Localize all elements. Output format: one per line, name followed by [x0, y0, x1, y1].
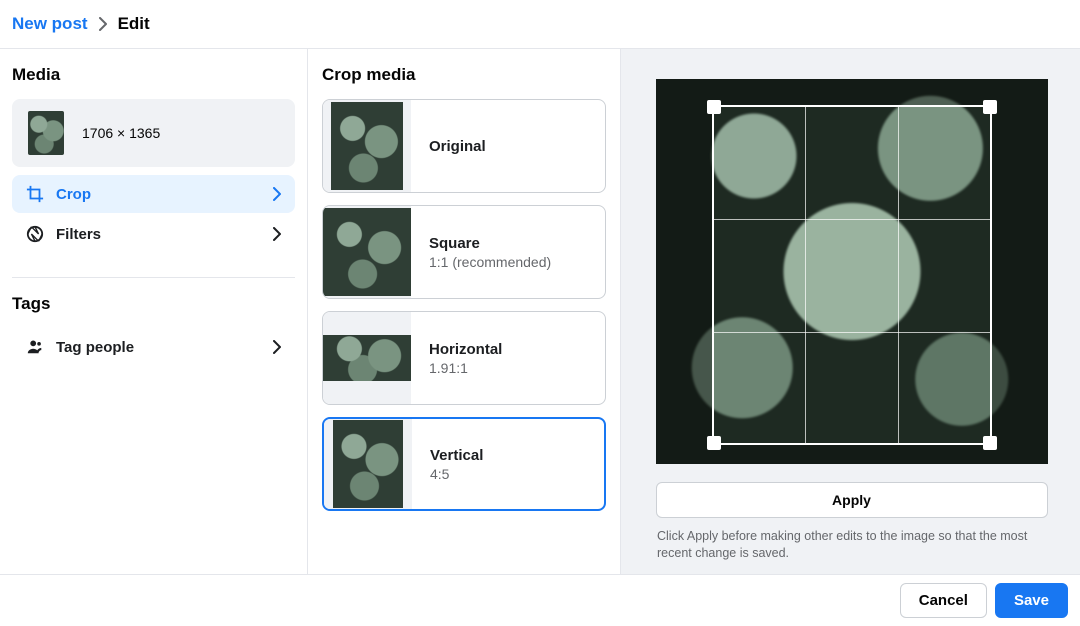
crop-option-vertical-label: Vertical [430, 447, 483, 464]
sidebar-crop-option[interactable]: Crop [12, 175, 295, 213]
crop-icon [26, 185, 44, 203]
breadcrumb-current: Edit [118, 14, 150, 34]
crop-option-horizontal[interactable]: Horizontal 1.91:1 [322, 311, 606, 405]
crop-thumb-square [323, 208, 411, 296]
crop-media-panel: Crop media Original Square 1:1 (recommen… [308, 49, 620, 574]
crop-handle-bottom-right[interactable] [983, 436, 997, 450]
crop-option-original-label: Original [429, 138, 486, 155]
filters-option-label: Filters [56, 226, 101, 243]
media-section-title: Media [12, 65, 295, 85]
crop-option-horizontal-sub: 1.91:1 [429, 360, 502, 376]
crop-handle-bottom-left[interactable] [707, 436, 721, 450]
breadcrumb-link-new-post[interactable]: New post [12, 14, 88, 34]
crop-thumb-original [331, 102, 403, 190]
crop-box[interactable] [712, 105, 992, 445]
tags-section-title: Tags [12, 294, 295, 314]
apply-hint: Click Apply before making other edits to… [657, 528, 1037, 562]
crop-media-title: Crop media [322, 65, 606, 85]
crop-handle-top-left[interactable] [707, 100, 721, 114]
crop-option-label: Crop [56, 186, 91, 203]
crop-option-square-sub: 1:1 (recommended) [429, 254, 551, 270]
crop-option-original[interactable]: Original [322, 99, 606, 193]
cancel-button[interactable]: Cancel [900, 583, 987, 618]
crop-option-square[interactable]: Square 1:1 (recommended) [322, 205, 606, 299]
chevron-right-icon [273, 340, 281, 354]
left-sidebar: Media 1706 × 1365 Crop Filters Tags [0, 49, 308, 574]
chevron-right-icon [273, 187, 281, 201]
preview-panel: Apply Click Apply before making other ed… [620, 49, 1080, 574]
crop-thumb-horizontal [323, 335, 411, 381]
media-item[interactable]: 1706 × 1365 [12, 99, 295, 167]
apply-button[interactable]: Apply [656, 482, 1048, 518]
sidebar-filters-option[interactable]: Filters [12, 215, 295, 253]
chevron-right-icon [273, 227, 281, 241]
save-button[interactable]: Save [995, 583, 1068, 618]
aperture-icon [26, 225, 44, 243]
sidebar-tag-people-option[interactable]: Tag people [12, 328, 295, 366]
chevron-right-icon [98, 17, 108, 31]
media-thumbnail [28, 111, 64, 155]
crop-handle-top-right[interactable] [983, 100, 997, 114]
crop-option-vertical-sub: 4:5 [430, 466, 483, 482]
person-icon [26, 338, 44, 356]
tag-people-label: Tag people [56, 339, 134, 356]
crop-option-square-label: Square [429, 235, 551, 252]
crop-thumb-vertical [333, 420, 403, 508]
media-dimensions: 1706 × 1365 [82, 125, 160, 141]
footer: Cancel Save [0, 574, 1080, 626]
breadcrumb: New post Edit [0, 0, 1080, 49]
preview-stage [656, 79, 1048, 464]
crop-option-horizontal-label: Horizontal [429, 341, 502, 358]
crop-option-vertical[interactable]: Vertical 4:5 [322, 417, 606, 511]
